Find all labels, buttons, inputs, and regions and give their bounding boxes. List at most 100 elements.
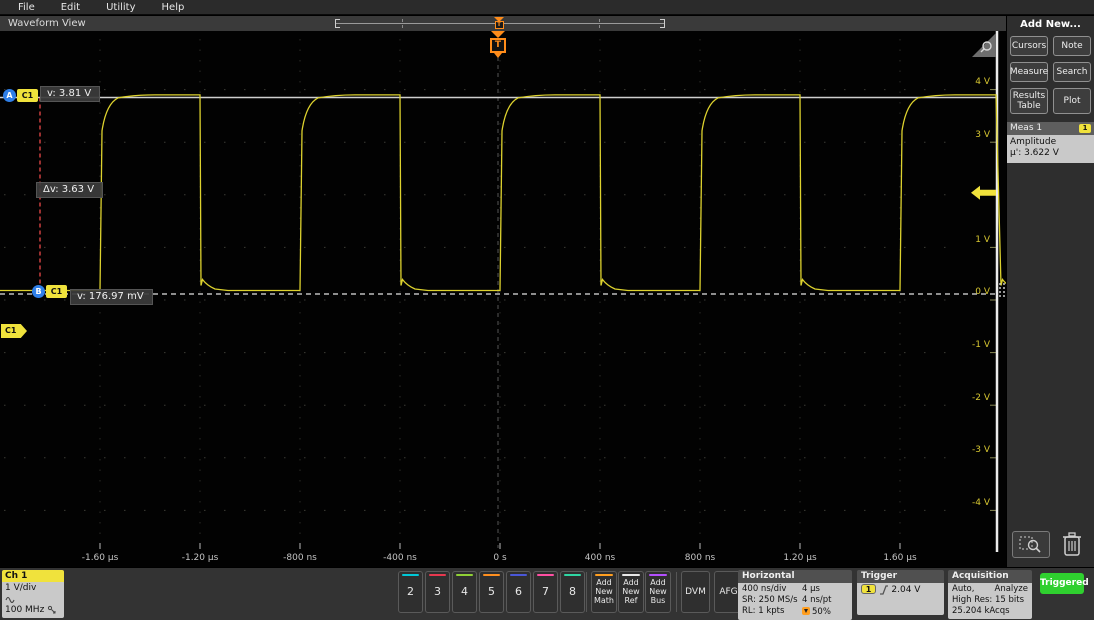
sample-rate: SR: 250 MS/s bbox=[742, 595, 802, 606]
channel1-title: Ch 1 bbox=[2, 570, 64, 582]
y-axis-label: -4 V bbox=[956, 498, 990, 508]
record-trigger-marker-icon[interactable]: T bbox=[493, 17, 505, 30]
record-view-left-bracket[interactable] bbox=[335, 19, 340, 28]
y-axis-label: 0 V bbox=[956, 287, 990, 297]
cursors-button[interactable]: Cursors bbox=[1010, 36, 1048, 56]
channel4-button[interactable]: 4 bbox=[452, 571, 477, 613]
menu-file[interactable]: File bbox=[18, 2, 35, 13]
waveform-display[interactable]: 4 V 3 V 1 V 0 V -1 V -2 V -3 V -4 V -1.6… bbox=[0, 31, 1006, 567]
splitter-grip[interactable] bbox=[999, 283, 1005, 309]
channel5-button[interactable]: 5 bbox=[479, 571, 504, 613]
record-view-bar[interactable]: T bbox=[335, 18, 665, 29]
acq-resolution: High Res: 15 bits bbox=[952, 595, 1028, 606]
channel7-button[interactable]: 7 bbox=[533, 571, 558, 613]
view-title: Waveform View bbox=[8, 18, 86, 29]
x-axis-label: 800 ns bbox=[670, 553, 730, 563]
note-button[interactable]: Note bbox=[1053, 36, 1091, 56]
channel1-bandwidth: 100 MHz bbox=[5, 605, 44, 615]
x-axis-label: 1.60 μs bbox=[870, 553, 930, 563]
channel1-trace bbox=[0, 95, 1006, 291]
trigger-title: Trigger bbox=[857, 570, 944, 583]
trigger-level-arrow bbox=[971, 186, 996, 200]
acq-mode: Auto, bbox=[952, 584, 974, 595]
menu-edit[interactable]: Edit bbox=[61, 2, 80, 13]
cursor-a-badge[interactable]: A bbox=[3, 89, 16, 102]
coupling-icon bbox=[5, 595, 17, 603]
x-axis-label: 0 s bbox=[470, 553, 530, 563]
add-new-header: Add New... bbox=[1007, 19, 1094, 30]
y-axis-label: -1 V bbox=[956, 340, 990, 350]
settings-bar: Ch 1 1 V/div 100 MHz 2 3 4 bbox=[0, 567, 1094, 620]
dvm-button[interactable]: DVM bbox=[681, 571, 710, 613]
zoom-select-button[interactable] bbox=[1012, 531, 1050, 558]
cursor-source-chip[interactable]: C1 bbox=[46, 285, 67, 298]
channel1-scale: 1 V/div bbox=[5, 583, 61, 594]
x-axis-label: 400 ns bbox=[570, 553, 630, 563]
search-button[interactable]: Search bbox=[1053, 62, 1091, 82]
x-axis-label: -1.60 μs bbox=[70, 553, 130, 563]
results-table-button[interactable]: Results Table bbox=[1010, 88, 1048, 114]
menu-utility[interactable]: Utility bbox=[106, 2, 135, 13]
horizontal-panel[interactable]: Horizontal 400 ns/div4 μs SR: 250 MS/s4 … bbox=[738, 570, 852, 620]
channel1-badge[interactable]: Ch 1 1 V/div 100 MHz bbox=[2, 570, 64, 618]
acquisition-panel[interactable]: Acquisition Auto, Analyze High Res: 15 bi… bbox=[948, 570, 1032, 619]
channel8-button[interactable]: 8 bbox=[560, 571, 585, 613]
channel2-button[interactable]: 2 bbox=[398, 571, 423, 613]
separator bbox=[586, 572, 587, 612]
plot-button[interactable]: Plot bbox=[1053, 88, 1091, 114]
add-new-bus-button[interactable]: Add New Bus bbox=[645, 571, 671, 613]
meas1-source-badge: 1 bbox=[1079, 124, 1091, 133]
probe-icon bbox=[47, 605, 57, 614]
record-view-tick bbox=[402, 19, 403, 28]
acq-analyze: Analyze bbox=[995, 584, 1029, 595]
channel6-button[interactable]: 6 bbox=[506, 571, 531, 613]
menu-help[interactable]: Help bbox=[162, 2, 185, 13]
trigger-position-flag[interactable]: T bbox=[489, 31, 507, 58]
horizontal-position: 50% bbox=[812, 607, 831, 617]
y-axis-label: -2 V bbox=[956, 393, 990, 403]
meas1-value: μ': 3.622 V bbox=[1010, 148, 1091, 159]
trigger-source-badge: 1 bbox=[861, 584, 876, 594]
trigger-flag-label: T bbox=[490, 38, 506, 53]
x-axis-label: -400 ns bbox=[370, 553, 430, 563]
trash-icon bbox=[1059, 529, 1085, 559]
zoom-corner-icon[interactable] bbox=[972, 33, 996, 57]
cursor-delta-readout: Δv: 3.63 V bbox=[36, 182, 103, 198]
waveform-view-titlebar: Waveform View T bbox=[0, 16, 1006, 31]
separator bbox=[676, 572, 677, 612]
rising-edge-icon bbox=[879, 584, 889, 595]
y-axis-label: 1 V bbox=[956, 235, 990, 245]
trash-button[interactable] bbox=[1059, 529, 1087, 559]
trigger-status-badge: Triggered bbox=[1040, 573, 1084, 594]
x-axis-label: -800 ns bbox=[270, 553, 330, 563]
cursor-b-readout[interactable]: v: 176.97 mV bbox=[70, 289, 153, 305]
record-view-right-bracket[interactable] bbox=[660, 19, 665, 28]
meas1-title: Meas 1 bbox=[1010, 123, 1042, 133]
channel3-button[interactable]: 3 bbox=[425, 571, 450, 613]
y-axis-label: 4 V bbox=[956, 77, 990, 87]
cursor-source-chip[interactable]: C1 bbox=[17, 89, 38, 102]
y-axis-label: 3 V bbox=[956, 130, 990, 140]
reference-point-icon bbox=[802, 607, 810, 615]
measure-button[interactable]: Measure bbox=[1010, 62, 1048, 82]
record-length: RL: 1 kpts bbox=[742, 606, 802, 618]
oscilloscope-screen: File Edit Utility Help Waveform View T 4… bbox=[0, 0, 1094, 620]
horizontal-scale: 400 ns/div bbox=[742, 584, 802, 595]
add-new-ref-button[interactable]: Add New Ref bbox=[618, 571, 644, 613]
acquisition-title: Acquisition bbox=[948, 570, 1032, 583]
zoom-select-icon bbox=[1013, 532, 1049, 557]
trigger-panel[interactable]: Trigger 1 2.04 V bbox=[857, 570, 944, 615]
meas1-name: Amplitude bbox=[1010, 137, 1091, 148]
results-sidebar: Add New... Cursors Note Measure Search R… bbox=[1007, 16, 1094, 567]
add-new-math-button[interactable]: Add New Math bbox=[591, 571, 617, 613]
sample-interval: 4 ns/pt bbox=[802, 595, 832, 606]
trigger-level: 2.04 V bbox=[891, 585, 920, 595]
horizontal-title: Horizontal bbox=[738, 570, 852, 583]
cursor-a-readout[interactable]: v: 3.81 V bbox=[40, 86, 100, 102]
meas1-badge-panel[interactable]: Meas 1 1 Amplitude μ': 3.622 V bbox=[1007, 122, 1094, 163]
record-view-tick bbox=[599, 19, 600, 28]
cursor-b-badge[interactable]: B bbox=[32, 285, 45, 298]
y-axis-label: -3 V bbox=[956, 445, 990, 455]
x-axis-label: -1.20 μs bbox=[170, 553, 230, 563]
x-axis-label: 1.20 μs bbox=[770, 553, 830, 563]
